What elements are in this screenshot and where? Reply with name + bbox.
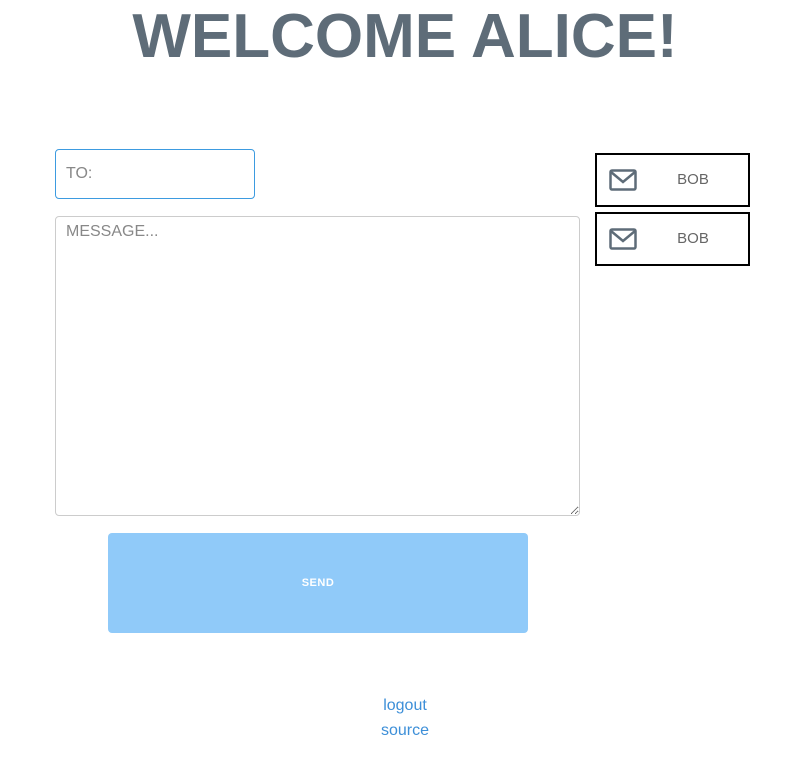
page-title: WELCOME ALICE! (132, 2, 678, 71)
logout-link[interactable]: logout (0, 696, 788, 716)
contact-item-bob-2[interactable]: BOB (595, 212, 750, 266)
mail-icon (609, 169, 637, 191)
send-button[interactable]: SEND (108, 533, 528, 633)
contact-name: BOB (677, 230, 709, 247)
contact-name: BOB (677, 171, 709, 188)
source-link[interactable]: source (0, 721, 788, 741)
to-input[interactable] (55, 149, 255, 199)
mail-icon (609, 228, 637, 250)
message-textarea[interactable] (55, 216, 580, 516)
contact-item-bob-1[interactable]: BOB (595, 153, 750, 207)
